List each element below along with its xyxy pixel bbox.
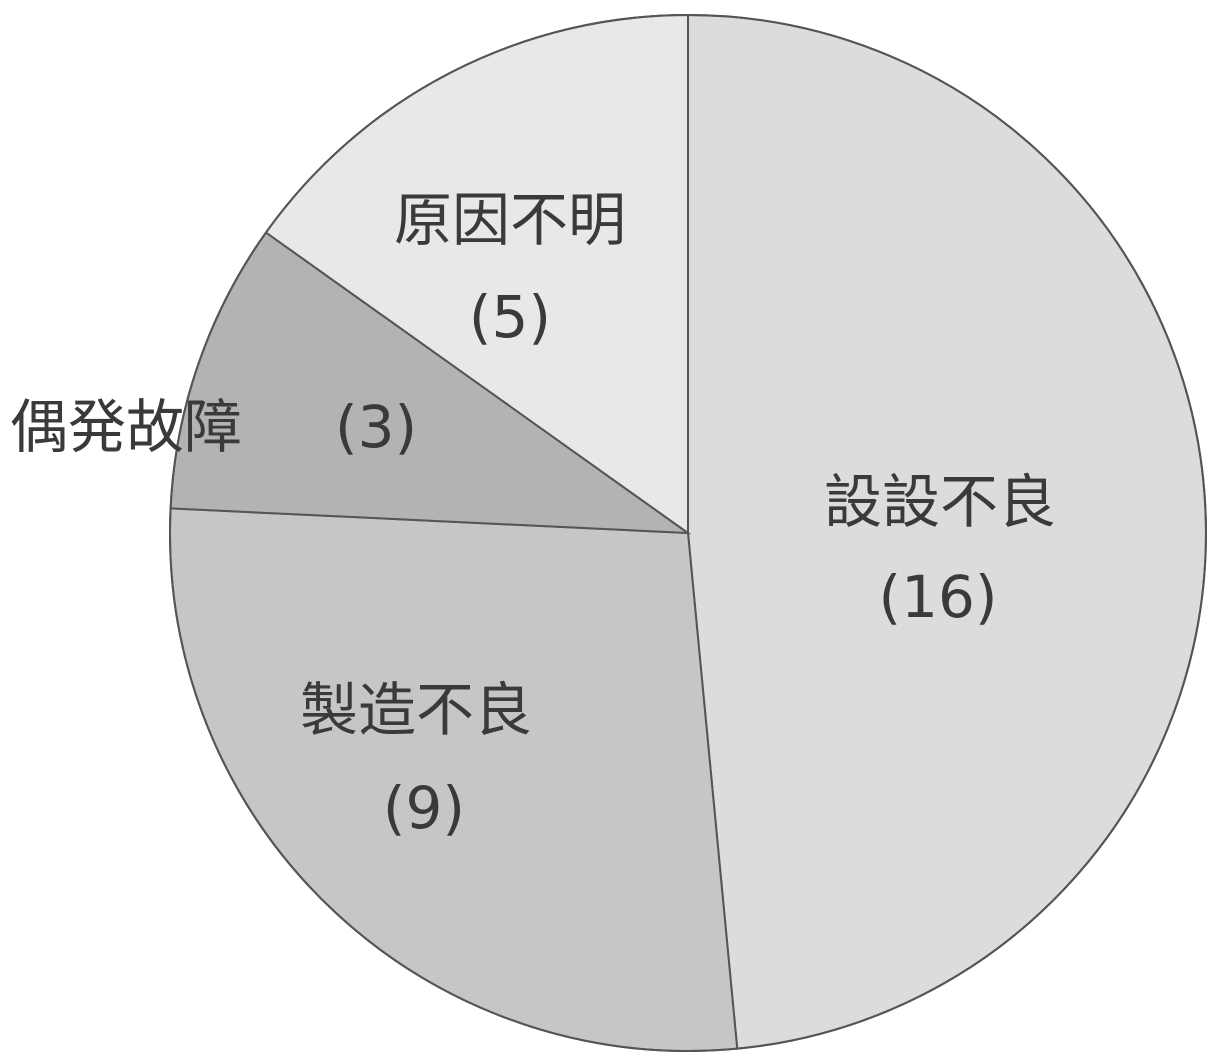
chart-canvas: 設設不良 (16) 製造不良 (9) 偶発故障 (3) 原因不明 (5) [0, 0, 1216, 1062]
slice-value-設設不良: (16) [878, 563, 997, 631]
slice-value-偶発故障: (3) [335, 393, 417, 461]
slice-label-設設不良: 設設不良 [824, 468, 1056, 536]
pie-chart: 設設不良 (16) 製造不良 (9) 偶発故障 (3) 原因不明 (5) [10, 13, 1207, 1052]
slice-value-製造不良: (9) [383, 774, 465, 842]
slice-label-偶発故障: 偶発故障 [10, 393, 242, 461]
slice-value-原因不明: (5) [469, 283, 551, 351]
slice-label-製造不良: 製造不良 [300, 676, 532, 744]
slice-label-原因不明: 原因不明 [394, 186, 626, 254]
